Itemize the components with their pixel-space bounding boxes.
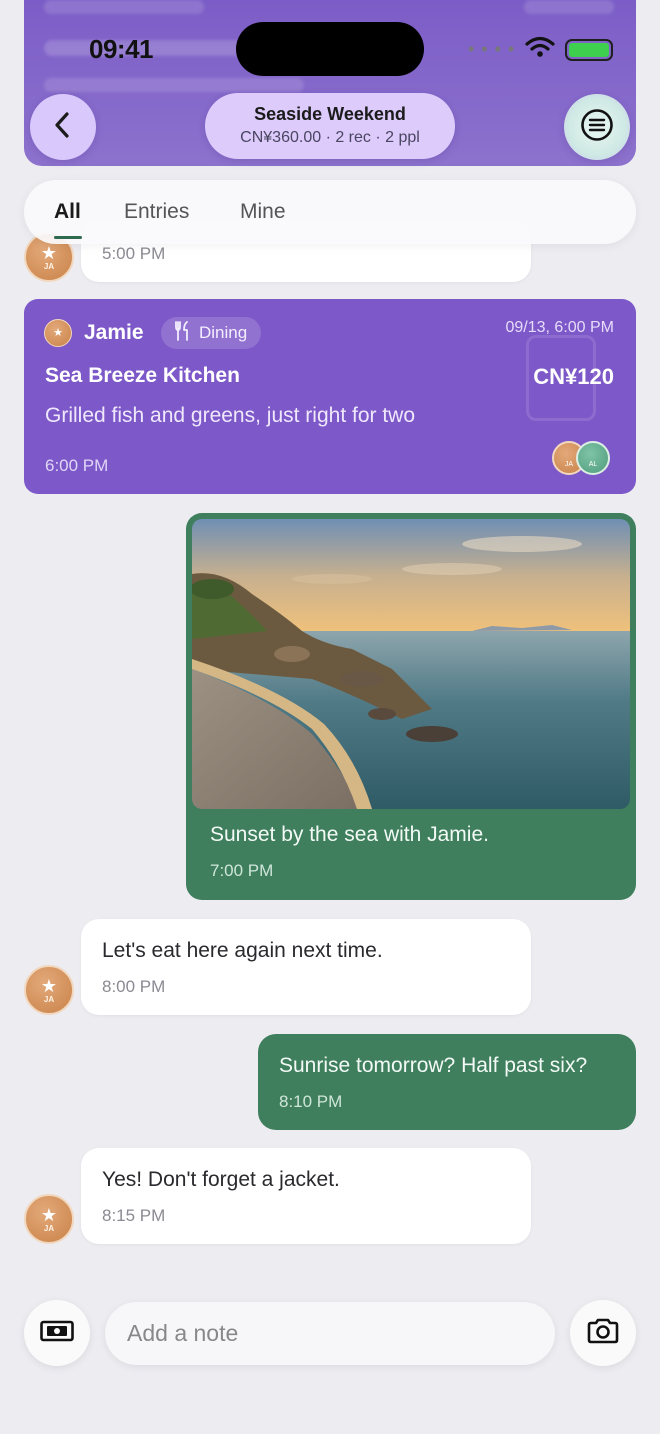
star-icon: ★ [53,326,63,339]
ledger-title: Seaside Weekend [254,104,406,124]
chevron-left-icon [50,110,76,145]
expense-description: Grilled fish and greens, just right for … [45,404,416,427]
expense-author: Jamie [84,321,144,344]
photo-caption: Sunset by the sea with Jamie. [210,823,489,846]
status-icons: • • • • [468,36,614,63]
filter-tabs: All Entries Mine [24,180,636,244]
tab-all[interactable]: All [54,200,81,224]
note-input[interactable] [105,1302,555,1365]
star-icon: ★ [40,242,58,263]
cash-icon [40,1320,74,1347]
message-text: Let's eat here again next time. [102,939,383,962]
category-label: Dining [199,323,248,342]
status-time: 09:41 [89,34,154,64]
back-button[interactable] [30,94,96,160]
expense-date: 09/13, 6:00 PM [505,319,614,336]
cellular-dots-icon: • • • • [468,39,516,59]
camera-icon [586,1317,620,1350]
message-bubble-incoming[interactable]: Let's eat here again next time. 8:00 PM [81,919,531,1015]
expense-amount: CN¥120 [533,364,614,389]
message-time: 7:00 PM [210,861,274,880]
category-chip: Dining [161,317,262,349]
menu-button[interactable] [564,94,630,160]
avatar[interactable]: ★ JA [24,965,74,1015]
message-text: Yes! Don't forget a jacket. [102,1168,340,1191]
message-text: Sunrise tomorrow? Half past six? [279,1054,588,1077]
message-bubble-incoming[interactable]: Yes! Don't forget a jacket. 8:15 PM [81,1148,531,1244]
dynamic-island [236,22,424,76]
participants-stack: JA AL [552,441,614,475]
ledger-summary: CN¥360.00 · 2 rec · 2 ppl [240,129,420,146]
camera-button[interactable] [570,1300,636,1366]
photo-message[interactable]: Sunset by the sea with Jamie. 7:00 PM [186,513,636,900]
expense-title: Sea Breeze Kitchen [45,364,240,387]
message-time: 8:15 PM [102,1206,166,1225]
message-time: 5:00 PM [102,244,166,263]
avatar[interactable]: ★ JA [24,1194,74,1244]
ledger-title-pill[interactable]: Seaside Weekend CN¥360.00 · 2 rec · 2 pp… [205,93,455,159]
message-time: 8:00 PM [102,977,166,996]
active-tab-indicator [54,236,82,239]
star-icon: ★ [40,1204,58,1225]
fork-knife-icon [175,320,191,346]
avatar-initials: JA [43,261,55,271]
avatar-initials: JA [43,1223,55,1233]
tab-entries[interactable]: Entries [124,200,189,224]
star-icon: ★ [40,975,58,996]
wifi-icon [525,36,555,63]
battery-icon [565,38,614,61]
expense-time: 6:00 PM [45,456,109,475]
participant-avatar: AL [576,441,610,475]
tab-mine[interactable]: Mine [240,200,286,224]
add-expense-button[interactable] [24,1300,90,1366]
message-time: 8:10 PM [279,1092,343,1111]
message-bubble-outgoing[interactable]: Sunrise tomorrow? Half past six? 8:10 PM [258,1034,636,1130]
sunset-sea-photo[interactable] [192,519,630,809]
author-avatar: ★ [44,319,72,347]
list-menu-icon [580,108,614,147]
avatar-initials: JA [43,994,55,1004]
expense-card[interactable]: ★ Jamie Dining 09/13, 6:00 PM Sea Breeze… [24,299,636,494]
